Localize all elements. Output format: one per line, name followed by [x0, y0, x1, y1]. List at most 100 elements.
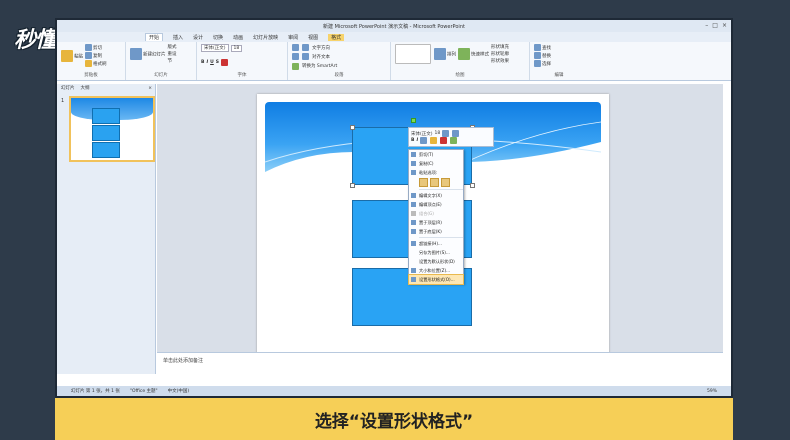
font-name-select[interactable]: 宋体(正文) — [201, 44, 229, 52]
numbering-icon[interactable] — [302, 44, 309, 51]
scissors-icon — [85, 44, 92, 51]
text-direction-button[interactable]: 文字方向 — [312, 45, 330, 51]
slides-pane: 幻灯片 大纲 × 1 — [57, 84, 156, 374]
bring-front-icon — [411, 220, 416, 225]
align-center-icon[interactable] — [302, 53, 309, 61]
bullets-icon[interactable] — [292, 44, 299, 51]
layout-button[interactable]: 版式 — [168, 44, 177, 50]
shrink-font-icon[interactable] — [452, 130, 460, 137]
mini-size-select[interactable]: 18 — [435, 131, 441, 136]
status-bar: 幻灯片 第 1 张，共 1 张 "Office 主题" 中文(中国) 59% — [57, 386, 731, 396]
resize-handle[interactable] — [350, 183, 355, 188]
slides-pane-tabs: 幻灯片 大纲 × — [57, 84, 155, 92]
format-painter-button[interactable]: 格式刷 — [85, 60, 107, 67]
thumbnail-shape — [92, 108, 120, 124]
tab-outline[interactable]: 大纲 — [81, 85, 90, 91]
font-group: 宋体(正文) 18 B I U S 字体 — [197, 42, 288, 80]
menu-item-hyperlink[interactable]: 超链接(H)... — [409, 239, 463, 248]
menu-item-size-position[interactable]: 大小和位置(Z)... — [409, 266, 463, 275]
paste-option-icon[interactable] — [441, 178, 450, 187]
context-menu: 剪切(T) 复制(C) 粘贴选项: 编辑文字(X) 编辑顶点(E) 组合(G) … — [408, 149, 464, 285]
menu-item-edit-text[interactable]: 编辑文字(X) — [409, 191, 463, 200]
align-left-icon[interactable] — [292, 53, 299, 61]
paragraph-label: 段落 — [334, 72, 344, 78]
close-pane-button[interactable]: × — [148, 86, 152, 91]
notes-pane[interactable]: 单击此处添加备注 — [157, 352, 723, 376]
smartart-button[interactable]: 转换为 SmartArt — [302, 63, 337, 69]
mini-font-select[interactable]: 宋体(正文) — [411, 131, 433, 137]
reset-button[interactable]: 重设 — [168, 51, 177, 57]
slide-thumbnail[interactable]: 1 — [61, 96, 155, 162]
rotation-handle[interactable] — [411, 118, 416, 123]
replace-button[interactable]: 替换 — [534, 52, 584, 59]
zoom-level[interactable]: 59% — [707, 389, 717, 394]
maximize-button[interactable]: □ — [712, 22, 718, 29]
paste-icon — [61, 49, 73, 62]
grow-font-icon[interactable] — [442, 130, 450, 137]
slide-canvas[interactable]: 宋体(正文) 18 B I 剪切(T) 复制(C) 粘贴选项: 编辑文字(X) … — [257, 94, 609, 354]
slides-label: 幻灯片 — [154, 73, 168, 78]
select-button[interactable]: 选择 — [534, 60, 584, 67]
section-button[interactable]: 节 — [168, 58, 177, 64]
menu-item-copy[interactable]: 复制(C) — [409, 159, 463, 168]
close-button[interactable]: × — [722, 22, 727, 29]
italic-button[interactable]: I — [206, 60, 208, 65]
tab-design[interactable]: 设计 — [193, 34, 203, 41]
cut-button[interactable]: 剪切 — [85, 44, 107, 51]
align-text-button[interactable]: 对齐文本 — [312, 54, 330, 60]
tab-home[interactable]: 开始 — [145, 33, 164, 41]
mini-italic-button[interactable]: I — [416, 138, 418, 143]
tab-slideshow[interactable]: 幻灯片放映 — [253, 34, 278, 41]
paragraph-group: 文字方向 对齐文本 转换为 SmartArt 段落 — [288, 42, 391, 80]
strikethrough-button[interactable]: S — [216, 60, 219, 65]
minimize-button[interactable]: – — [705, 22, 708, 29]
tab-review[interactable]: 审阅 — [288, 34, 298, 41]
underline-button[interactable]: U — [210, 60, 214, 65]
copy-button[interactable]: 复制 — [85, 52, 107, 59]
mini-fill-icon[interactable] — [450, 137, 458, 144]
mini-align-icon[interactable] — [420, 137, 428, 144]
paste-option-icon[interactable] — [430, 178, 439, 187]
shape-outline-button[interactable]: 形状轮廓 — [491, 51, 509, 57]
tab-view[interactable]: 视图 — [308, 34, 318, 41]
font-size-select[interactable]: 18 — [230, 44, 243, 52]
menu-item-save-as-picture[interactable]: 另存为图片(S)... — [409, 248, 463, 257]
mini-highlight-icon[interactable] — [430, 137, 438, 144]
send-back-icon — [411, 229, 416, 234]
tab-format[interactable]: 格式 — [328, 33, 345, 41]
smartart-icon — [292, 62, 299, 70]
powerpoint-window: 新建 Microsoft PowerPoint 演示文稿 - Microsoft… — [55, 18, 733, 398]
quick-styles-button[interactable]: 快速样式 — [458, 48, 489, 60]
resize-handle[interactable] — [470, 183, 475, 188]
paste-option-icon[interactable] — [419, 178, 428, 187]
shape-fill-button[interactable]: 形状填充 — [491, 44, 509, 50]
menu-item-send-to-back[interactable]: 置于底层(K) — [409, 227, 463, 236]
menu-item-edit-points[interactable]: 编辑顶点(E) — [409, 200, 463, 209]
size-position-icon — [411, 268, 416, 273]
menu-separator — [419, 189, 463, 190]
menu-separator — [419, 237, 463, 238]
tab-insert[interactable]: 插入 — [173, 34, 183, 41]
shapes-gallery-icon[interactable] — [395, 44, 431, 64]
tab-slides[interactable]: 幻灯片 — [61, 85, 75, 91]
new-slide-button[interactable]: 新建幻灯片 — [130, 48, 166, 60]
mini-font-color-icon[interactable] — [440, 137, 448, 144]
find-button[interactable]: 查找 — [534, 44, 584, 51]
mini-bold-button[interactable]: B — [411, 138, 414, 143]
title-bar: 新建 Microsoft PowerPoint 演示文稿 - Microsoft… — [57, 20, 731, 32]
resize-handle[interactable] — [350, 125, 355, 130]
menu-item-format-shape[interactable]: 设置形状格式(O)... — [408, 274, 464, 285]
arrange-button[interactable]: 排列 — [434, 48, 456, 60]
editing-group: 查找 替换 选择 编辑 — [530, 42, 588, 80]
paste-button[interactable]: 粘贴 — [61, 49, 83, 62]
bold-button[interactable]: B — [201, 60, 204, 65]
tab-transitions[interactable]: 切换 — [213, 34, 223, 41]
tab-animations[interactable]: 动画 — [233, 34, 243, 41]
notes-placeholder: 单击此处添加备注 — [163, 358, 204, 364]
shape-effects-button[interactable]: 形状效果 — [491, 58, 509, 64]
font-color-icon[interactable] — [221, 58, 229, 66]
menu-item-bring-to-front[interactable]: 置于顶层(R) — [409, 218, 463, 227]
font-label: 字体 — [237, 73, 247, 78]
menu-item-cut[interactable]: 剪切(T) — [409, 150, 463, 159]
menu-item-set-default-shape[interactable]: 设置为默认形状(D) — [409, 257, 463, 266]
